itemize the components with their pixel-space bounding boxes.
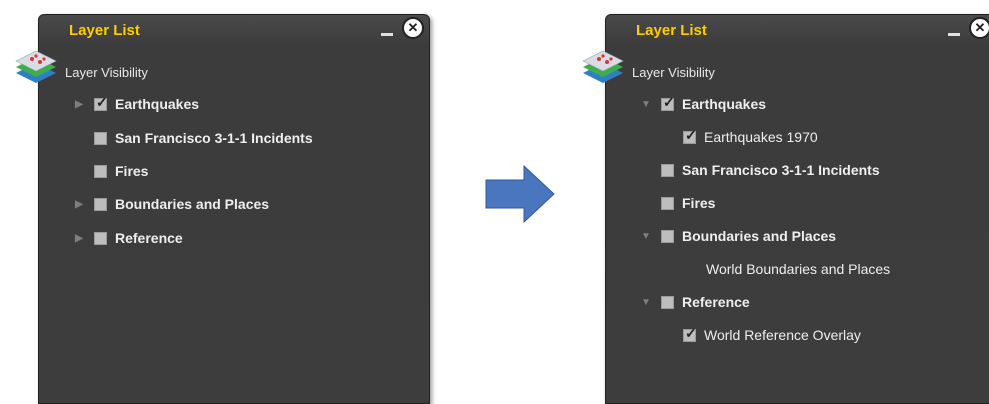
layer-checkbox[interactable]	[94, 231, 107, 245]
layer-label: San Francisco 3-1-1 Incidents	[115, 130, 313, 146]
layer-stack-icon	[582, 50, 624, 83]
layer-checkbox[interactable]	[683, 325, 697, 342]
minimize-button[interactable]	[948, 33, 960, 36]
layer-row-sf-incidents[interactable]: San Francisco 3-1-1 Incidents	[94, 127, 313, 149]
layer-visibility-heading: Layer Visibility	[632, 65, 715, 80]
panel-title: Layer List	[636, 22, 707, 39]
layer-row-reference[interactable]: ▼ Reference	[639, 291, 750, 313]
right-arrow-icon	[485, 164, 555, 224]
layer-label: Earthquakes 1970	[704, 129, 818, 145]
layer-label: Earthquakes	[115, 96, 200, 112]
layer-row-boundaries[interactable]: ▶ Boundaries and Places	[72, 193, 269, 215]
expand-caret-icon[interactable]: ▶	[72, 233, 86, 244]
layer-checkbox[interactable]	[661, 163, 674, 177]
layer-list-panel-expanded: Layer List ✕ Layer Visibility ▼ Earthqua…	[582, 14, 989, 404]
layer-list-panel-collapsed: Layer List ✕ Layer Visibility ▶ Earthqua…	[15, 14, 430, 404]
layer-row-earthquakes[interactable]: ▼ Earthquakes	[639, 93, 766, 115]
layer-stack-icon	[15, 50, 57, 83]
layer-label: World Boundaries and Places	[706, 261, 891, 277]
collapse-caret-icon[interactable]: ▼	[639, 99, 653, 110]
expand-caret-icon[interactable]: ▶	[72, 199, 86, 210]
layer-checkbox[interactable]	[94, 131, 107, 145]
layer-row-earthquakes[interactable]: ▶ Earthquakes	[72, 93, 199, 115]
layer-label: Reference	[682, 294, 750, 310]
layer-label: Earthquakes	[682, 96, 767, 112]
title-bar[interactable]: Layer List ✕	[39, 15, 429, 45]
sublayer-row-world-boundaries[interactable]: World Boundaries and Places	[706, 258, 890, 280]
layer-row-sf-incidents[interactable]: San Francisco 3-1-1 Incidents	[661, 159, 880, 181]
title-bar[interactable]: Layer List ✕	[606, 15, 989, 45]
layer-checkbox[interactable]	[94, 197, 107, 211]
layer-label: World Reference Overlay	[704, 327, 861, 343]
panel-title: Layer List	[69, 22, 140, 39]
minimize-button[interactable]	[381, 33, 393, 36]
layer-label: San Francisco 3-1-1 Incidents	[682, 162, 880, 178]
close-button[interactable]: ✕	[402, 17, 424, 39]
layer-row-reference[interactable]: ▶ Reference	[72, 227, 183, 249]
sublayer-row-earthquakes-1970[interactable]: Earthquakes 1970	[683, 126, 818, 148]
layer-checkbox[interactable]	[94, 94, 108, 111]
layer-label: Fires	[682, 195, 716, 211]
collapse-caret-icon[interactable]: ▼	[639, 297, 653, 308]
layer-label: Reference	[115, 230, 183, 246]
expand-caret-icon[interactable]: ▶	[72, 99, 86, 110]
layer-label: Boundaries and Places	[115, 196, 270, 212]
layer-checkbox[interactable]	[683, 127, 697, 144]
layer-row-fires[interactable]: Fires	[94, 160, 148, 182]
sublayer-row-world-reference-overlay[interactable]: World Reference Overlay	[683, 324, 861, 346]
layer-checkbox[interactable]	[661, 229, 674, 243]
layer-row-boundaries[interactable]: ▼ Boundaries and Places	[639, 225, 836, 247]
layer-checkbox[interactable]	[94, 164, 107, 178]
layer-visibility-heading: Layer Visibility	[65, 65, 148, 80]
layer-label: Fires	[115, 163, 149, 179]
layer-row-fires[interactable]: Fires	[661, 192, 715, 214]
layer-checkbox[interactable]	[661, 196, 674, 210]
close-button[interactable]: ✕	[969, 17, 989, 39]
layer-label: Boundaries and Places	[682, 228, 837, 244]
collapse-caret-icon[interactable]: ▼	[639, 231, 653, 242]
layer-checkbox[interactable]	[661, 94, 675, 111]
layer-checkbox[interactable]	[661, 295, 674, 309]
